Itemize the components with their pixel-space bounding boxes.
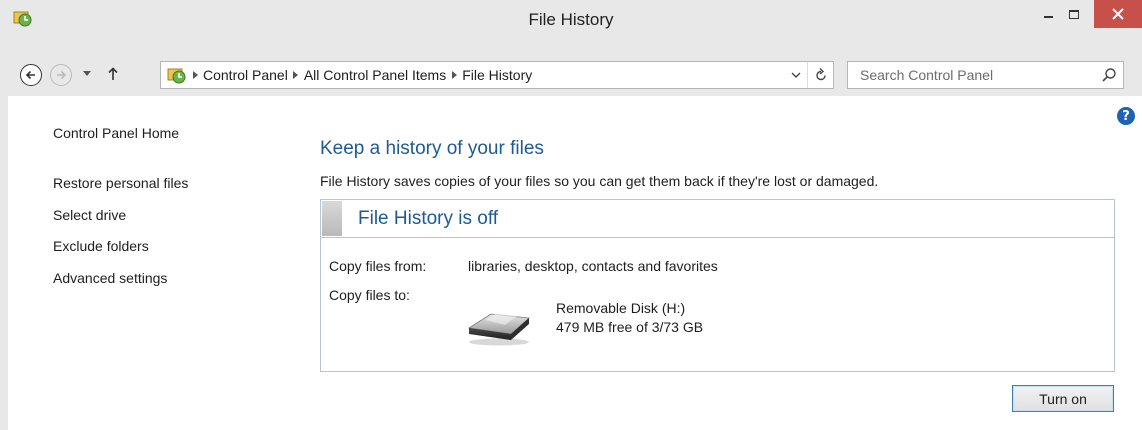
close-icon [1112,8,1124,20]
status-indicator [322,201,342,236]
chevron-down-icon [83,71,91,76]
page-title: Keep a history of your files [320,138,544,159]
search-icon[interactable] [1101,67,1117,83]
title-bar: File History [0,0,1142,56]
arrow-right-icon [57,70,67,80]
help-icon[interactable]: ? [1117,107,1135,125]
refresh-icon [815,68,826,81]
restore-personal-files-link[interactable]: Restore personal files [53,175,188,191]
exclude-folders-link[interactable]: Exclude folders [53,238,149,254]
select-drive-link[interactable]: Select drive [53,207,126,223]
drive-free-space: 479 MB free of 3/73 GB [556,319,704,335]
breadcrumb-all-items[interactable]: All Control Panel Items [304,67,446,83]
back-button[interactable] [20,64,42,86]
status-text: File History is off [358,208,499,229]
copy-from-label: Copy files from: [329,258,427,274]
forward-button[interactable] [50,64,72,86]
breadcrumb-separator-icon[interactable] [446,71,462,79]
advanced-settings-link[interactable]: Advanced settings [53,270,167,286]
breadcrumb-separator-icon[interactable] [288,71,304,79]
maximize-icon [1069,9,1079,19]
chevron-down-icon [791,72,801,78]
copy-from-value: libraries, desktop, contacts and favorit… [468,258,718,274]
status-header: File History is off [321,200,1114,238]
address-bar[interactable]: Control Panel All Control Panel Items Fi… [160,61,834,89]
removable-disk-icon [467,313,530,346]
status-panel: File History is off Copy files from: lib… [320,199,1115,372]
refresh-button[interactable] [807,62,833,88]
maximize-button[interactable] [1060,0,1088,28]
copy-to-label: Copy files to: [329,287,410,303]
page-description: File History saves copies of your files … [320,173,879,189]
arrow-up-icon [108,67,118,80]
breadcrumb-file-history[interactable]: File History [462,67,532,83]
minimize-icon [1043,16,1053,18]
up-button[interactable] [104,64,122,84]
window-title: File History [528,10,614,29]
search-input[interactable] [848,62,1088,88]
minimize-button[interactable] [1034,0,1062,28]
arrow-left-icon [25,70,35,80]
breadcrumb-control-panel[interactable]: Control Panel [203,67,288,83]
file-history-icon [167,68,186,84]
address-dropdown-button[interactable] [785,62,807,88]
navigation-bar: Control Panel All Control Panel Items Fi… [0,56,1142,96]
drive-name: Removable Disk (H:) [556,300,686,316]
control-panel-home-link[interactable]: Control Panel Home [53,125,179,141]
close-button[interactable] [1094,0,1142,28]
window-left-border [0,96,8,430]
recent-locations-button[interactable] [80,66,94,82]
breadcrumb-separator-icon[interactable] [187,71,203,79]
search-box[interactable] [847,61,1124,89]
turn-on-button[interactable]: Turn on [1012,385,1114,412]
